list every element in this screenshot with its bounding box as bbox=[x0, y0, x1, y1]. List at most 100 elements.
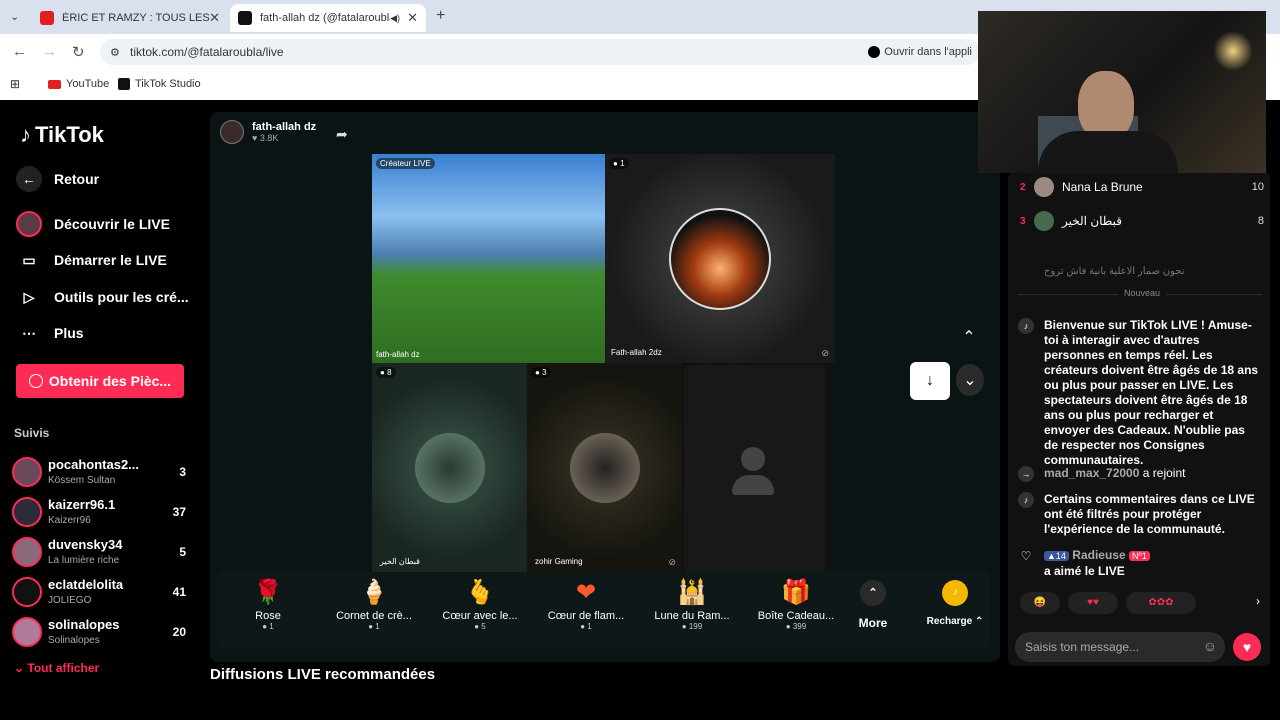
gift-name: Rose bbox=[255, 610, 281, 622]
reaction-chip[interactable]: ✿✿✿ bbox=[1126, 592, 1196, 614]
viewer-count: 37 bbox=[172, 505, 186, 519]
reload-icon[interactable]: ↻ bbox=[72, 43, 85, 61]
gift-box[interactable]: 🎁 Boîte Cadeau... ● 399 bbox=[744, 578, 848, 631]
guest-cell[interactable]: ● 8 قبطان الخير bbox=[372, 363, 527, 572]
tab-title: ÉRIC ET RAMZY : TOUS LES SUJ bbox=[62, 12, 212, 24]
video-camera-icon: ▭ bbox=[22, 251, 36, 268]
following-item[interactable]: solinalopes Solinalopes 20 bbox=[12, 615, 192, 651]
gift-price: ● 399 bbox=[785, 622, 807, 631]
speaker-icon[interactable]: ◀) bbox=[390, 13, 400, 24]
avatar bbox=[12, 457, 42, 487]
gift-price-value: 5 bbox=[481, 622, 486, 631]
following-item[interactable]: pocahontas2... Kössem Sultan 3 bbox=[12, 455, 192, 491]
new-tab-button[interactable]: + bbox=[436, 7, 445, 25]
guest-name: fath-allah dz bbox=[376, 350, 420, 359]
username[interactable]: Radieuse bbox=[1072, 548, 1125, 562]
guest-cell[interactable]: ● 3 zohir Gaming ⊘ bbox=[527, 363, 682, 572]
following-item[interactable]: eclatdelolita JOLIEGO 41 bbox=[12, 575, 192, 611]
rank-name: قبطان الخير bbox=[1062, 214, 1122, 228]
sidebar-item-creator-tools[interactable]: ▷ Outils pour les cré... bbox=[16, 284, 189, 310]
following-subtitle: Kaizerr96 bbox=[48, 515, 91, 526]
sidebar-item-label: Outils pour les cré... bbox=[54, 289, 189, 305]
reaction-chip[interactable]: 😝 bbox=[1020, 592, 1060, 614]
gift-name: Boîte Cadeau... bbox=[757, 610, 835, 622]
emoji-icon[interactable]: ☺ bbox=[1203, 638, 1217, 654]
chevron-up-icon[interactable]: ⌃ bbox=[950, 318, 988, 356]
gift-price: ● 5 bbox=[474, 622, 486, 631]
chevron-right-icon[interactable]: › bbox=[1256, 594, 1260, 608]
tiktok-logo[interactable]: ♪ TikTok bbox=[20, 122, 104, 148]
recharge-button[interactable]: ♪ Recharge ⌃ bbox=[922, 580, 988, 627]
following-name: eclatdelolita bbox=[48, 577, 124, 592]
sidebar-item-start-live[interactable]: ▭ Démarrer le LIVE bbox=[16, 247, 166, 273]
gift-price: ● 1 bbox=[368, 622, 380, 631]
following-subtitle: La lumière riche bbox=[48, 555, 120, 566]
rank-number: 2 bbox=[1020, 181, 1026, 193]
avatar bbox=[12, 617, 42, 647]
message-text: Certains commentaires dans ce LIVE ont é… bbox=[1044, 492, 1255, 536]
chat-input[interactable]: Saisis ton message... ☺ bbox=[1015, 632, 1225, 662]
next-live-button[interactable]: ↓ bbox=[910, 362, 950, 400]
forward-icon[interactable]: → bbox=[42, 43, 57, 60]
url-field[interactable]: ⚙ tiktok.com/@fatalaroubla/live Ouvrir d… bbox=[100, 39, 980, 65]
gift-bar: 🌹 Rose ● 1 🍦 Cornet de crè... ● 1 🫰 Cœur… bbox=[216, 572, 991, 648]
gift-price-value: 199 bbox=[688, 622, 703, 631]
username[interactable]: mad_max_72000 bbox=[1044, 466, 1139, 480]
guest-badge: ● 1 bbox=[609, 158, 629, 169]
filtered-comment: نجون صمار الاعلية بانية فاش تروح bbox=[1044, 266, 1185, 277]
tab-tiktok[interactable]: fath-allah dz (@fatalaroubla ◀) ✕ bbox=[230, 4, 426, 32]
open-in-app-button[interactable]: Ouvrir dans l'appli bbox=[868, 46, 972, 58]
close-icon[interactable]: ✕ bbox=[209, 10, 220, 26]
gift-rose[interactable]: 🌹 Rose ● 1 bbox=[216, 578, 320, 631]
leaderboard-row[interactable]: 2 Nana La Brune 10 bbox=[1020, 176, 1264, 198]
avatar bbox=[12, 497, 42, 527]
live-avatar-icon bbox=[16, 211, 42, 237]
sidebar-item-retour[interactable]: ← Retour bbox=[16, 166, 99, 192]
tab-youtube[interactable]: ÉRIC ET RAMZY : TOUS LES SUJ ✕ bbox=[32, 4, 228, 32]
person-icon bbox=[732, 447, 774, 495]
gift-ramadan-moon[interactable]: 🕌 Lune du Ram... ● 199 bbox=[640, 578, 744, 631]
guest-cell-empty[interactable] bbox=[684, 365, 825, 572]
chat-message-welcome: ♪ Bienvenue sur TikTok LIVE ! Amuse-toi … bbox=[1018, 318, 1262, 468]
show-all-link[interactable]: ⌄ Tout afficher bbox=[14, 661, 99, 675]
guest-cell[interactable]: ● 1 Fath-allah 2dz ⊘ bbox=[605, 154, 835, 363]
close-icon[interactable]: ✕ bbox=[407, 10, 418, 26]
gift-name: Cœur avec le... bbox=[442, 610, 518, 622]
gift-heart-flame[interactable]: ❤ Cœur de flam... ● 1 bbox=[534, 578, 638, 631]
chevron-down-icon[interactable]: ⌄ bbox=[956, 364, 984, 396]
muted-mic-icon: ⊘ bbox=[668, 557, 676, 567]
following-item[interactable]: kaizerr96.1 Kaizerr96 37 bbox=[12, 495, 192, 531]
guest-badge-count: 3 bbox=[542, 368, 547, 377]
get-coins-button[interactable]: Obtenir des Pièc... bbox=[16, 364, 184, 398]
share-icon[interactable]: ➦ bbox=[336, 126, 348, 143]
lamp-glow bbox=[1213, 31, 1253, 71]
bookmark-youtube[interactable]: YouTube bbox=[48, 78, 109, 90]
logo-text: TikTok bbox=[35, 122, 104, 147]
youtube-favicon-icon bbox=[40, 11, 54, 25]
leaderboard-row[interactable]: 3 قبطان الخير 8 bbox=[1020, 210, 1264, 232]
gift-finger-heart[interactable]: 🫰 Cœur avec le... ● 5 bbox=[428, 578, 532, 631]
like-heart-button[interactable]: ♥ bbox=[1233, 633, 1261, 661]
gift-ice-cream[interactable]: 🍦 Cornet de crè... ● 1 bbox=[322, 578, 426, 631]
back-arrow-icon: ← bbox=[16, 166, 42, 192]
bookmark-tiktok-studio[interactable]: TikTok Studio bbox=[118, 78, 201, 90]
host-avatar[interactable] bbox=[220, 120, 244, 144]
following-item[interactable]: duvensky34 La lumière riche 5 bbox=[12, 535, 192, 571]
sidebar-item-more[interactable]: ⋯ Plus bbox=[16, 320, 84, 346]
guest-name: Fath-allah 2dz bbox=[611, 348, 662, 357]
more-gifts-button[interactable]: ⌃ More bbox=[856, 580, 890, 630]
tab-list-button[interactable]: ⌄ bbox=[10, 10, 19, 23]
guest-cell-host[interactable]: Créateur LIVE fath-allah dz bbox=[372, 154, 605, 363]
guest-badge: ● 8 bbox=[376, 367, 396, 378]
apps-grid-icon[interactable]: ⊞ bbox=[10, 77, 20, 91]
sidebar-item-discover-live[interactable]: Découvrir le LIVE bbox=[16, 211, 170, 237]
host-name: fath-allah dz bbox=[252, 121, 317, 133]
reaction-chip[interactable]: ♥♥ bbox=[1068, 592, 1118, 614]
open-in-app-label: Ouvrir dans l'appli bbox=[884, 46, 972, 58]
youtube-icon bbox=[48, 79, 61, 89]
level-value: 14 bbox=[1055, 551, 1066, 561]
host-info[interactable]: fath-allah dz ♥ 3.8K bbox=[220, 120, 316, 144]
back-icon[interactable]: ← bbox=[12, 43, 27, 60]
site-info-icon[interactable]: ⚙ bbox=[110, 46, 120, 59]
viewer-count: 20 bbox=[172, 625, 186, 639]
